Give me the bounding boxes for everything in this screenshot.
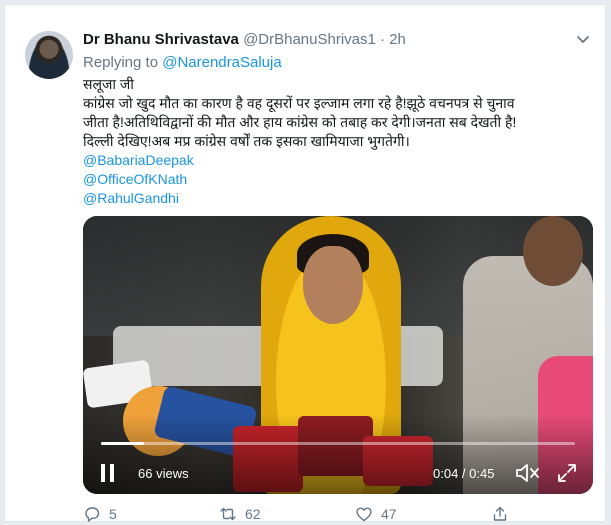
pause-icon[interactable] (101, 464, 115, 482)
tweet-line: जीता है!अतिथिविद्वानों की मौत और हाय कां… (83, 114, 517, 130)
tweet-time[interactable]: 2h (389, 31, 406, 48)
retweet-count: 62 (245, 506, 261, 522)
mention-link[interactable]: @OfficeOfKNath (83, 170, 194, 189)
reply-icon (85, 507, 100, 522)
video-progress-bar[interactable] (101, 442, 575, 445)
tweet-line: कांग्रेस जो खुद मौत का कारण है वह दूसरों… (83, 95, 515, 111)
author-name[interactable]: Dr Bhanu Shrivastava (83, 31, 239, 48)
tweet-line: दिल्ली देखिए!अब मप्र कांग्रेस वर्षों तक … (83, 133, 410, 149)
fullscreen-icon[interactable] (557, 463, 577, 483)
mention-link[interactable]: @BabariaDeepak (83, 151, 194, 170)
mention-link[interactable]: @RahulGandhi (83, 189, 194, 208)
video-progress-fill (101, 442, 144, 445)
like-button[interactable]: 47 (355, 505, 397, 523)
replying-to: Replying to @NarendraSaluja (83, 54, 282, 71)
replying-to-handle[interactable]: @NarendraSaluja (162, 54, 281, 71)
replying-to-label: Replying to (83, 54, 159, 71)
mentions: @BabariaDeepak @OfficeOfKNath @RahulGand… (83, 151, 194, 208)
retweet-icon (220, 507, 236, 521)
video-views: 66 views (138, 466, 189, 481)
share-icon (493, 506, 507, 521)
like-icon (356, 507, 372, 522)
tweet-text: सलूजा जी कांग्रेस जो खुद मौत का कारण है … (83, 75, 598, 151)
tweet-line: सलूजा जी (83, 76, 134, 92)
avatar[interactable] (25, 31, 73, 79)
tweet-header: Dr Bhanu Shrivastava @DrBhanuShrivas1 · … (83, 31, 406, 48)
reply-button[interactable]: 5 (83, 505, 117, 523)
mute-icon[interactable] (515, 462, 541, 484)
separator: · (380, 31, 386, 48)
author-handle[interactable]: @DrBhanuShrivas1 (243, 31, 376, 48)
video-player[interactable]: 66 views 0:04 / 0:45 (83, 216, 593, 494)
share-button[interactable] (491, 505, 509, 523)
retweet-button[interactable]: 62 (219, 505, 261, 523)
video-time: 0:04 / 0:45 (433, 466, 495, 481)
tweet-actions: 5 62 47 (83, 505, 603, 525)
caret-down-icon[interactable] (575, 31, 591, 47)
tweet-card: Dr Bhanu Shrivastava @DrBhanuShrivas1 · … (4, 4, 606, 522)
like-count: 47 (381, 506, 397, 522)
reply-count: 5 (109, 506, 117, 522)
